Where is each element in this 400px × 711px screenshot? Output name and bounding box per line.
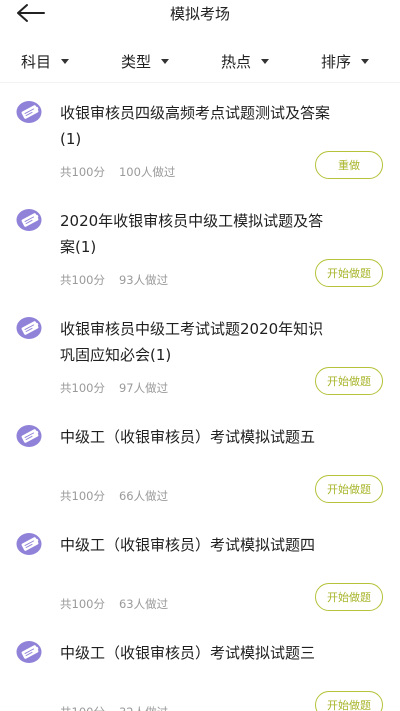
exam-taker-count: 97人做过 — [118, 381, 169, 395]
exam-total-score: 共100分 — [60, 273, 105, 287]
exam-title: 收银审核员四级高频考点试题测试及答案(1) — [60, 104, 331, 148]
exam-taker-count: 100人做过 — [118, 165, 176, 179]
start-exam-button[interactable]: 开始做题 — [315, 259, 383, 287]
exam-total-score: 共100分 — [60, 165, 105, 179]
exam-title: 中级工（收银审核员）考试模拟试题三 — [60, 644, 316, 662]
redo-button[interactable]: 重做 — [315, 151, 383, 179]
mock-exam-screen: 模拟考场 科目 类型 热点 排序 收银审核员四级高频考点试题测试及答案(1) 共… — [0, 0, 400, 711]
filter-subject-label: 科目 — [21, 52, 52, 71]
caret-down-icon — [261, 58, 270, 64]
exam-total-score: 共100分 — [60, 597, 105, 611]
start-exam-button[interactable]: 开始做题 — [315, 583, 383, 611]
exam-total-score: 共100分 — [60, 489, 105, 503]
exam-paper-icon — [16, 317, 42, 339]
exam-taker-count: 93人做过 — [118, 273, 169, 287]
filter-type[interactable]: 类型 — [121, 50, 170, 72]
exam-paper-icon — [16, 209, 42, 231]
exam-meta: 共100分 63人做过 — [60, 596, 168, 612]
start-exam-button[interactable]: 开始做题 — [315, 691, 383, 711]
exam-meta: 共100分 100人做过 — [60, 164, 175, 180]
filter-hot[interactable]: 热点 — [221, 50, 270, 72]
exam-meta: 共100分 32人做过 — [60, 704, 168, 711]
filter-sort[interactable]: 排序 — [321, 50, 370, 72]
exam-title: 中级工（收银审核员）考试模拟试题四 — [60, 536, 316, 554]
exam-title: 中级工（收银审核员）考试模拟试题五 — [60, 428, 316, 446]
exam-meta: 共100分 66人做过 — [60, 488, 168, 504]
filter-sort-label: 排序 — [321, 52, 352, 71]
exam-meta: 共100分 97人做过 — [60, 380, 168, 396]
exam-total-score: 共100分 — [60, 381, 105, 395]
exam-paper-icon — [16, 641, 42, 663]
exam-title: 2020年收银审核员中级工模拟试题及答案(1) — [60, 212, 324, 256]
caret-down-icon — [161, 58, 170, 64]
exam-total-score: 共100分 — [60, 705, 105, 711]
filter-divider — [0, 82, 400, 83]
start-exam-button[interactable]: 开始做题 — [315, 475, 383, 503]
exam-taker-count: 32人做过 — [119, 705, 168, 711]
exam-list-item[interactable]: 中级工（收银审核员）考试模拟试题四 共100分 63人做过 开始做题 — [0, 524, 400, 632]
exam-list-item[interactable]: 中级工（收银审核员）考试模拟试题五 共100分 66人做过 开始做题 — [0, 416, 400, 524]
filter-type-label: 类型 — [121, 52, 152, 71]
exam-taker-count: 63人做过 — [118, 597, 169, 611]
filter-hot-label: 热点 — [221, 52, 252, 71]
caret-down-icon — [61, 58, 70, 64]
page-title: 模拟考场 — [169, 5, 230, 23]
caret-down-icon — [361, 58, 370, 64]
exam-paper-icon — [16, 533, 42, 555]
exam-list-item[interactable]: 中级工（收银审核员）考试模拟试题三 共100分 32人做过 开始做题 — [0, 632, 400, 711]
exam-list-item[interactable]: 收银审核员中级工考试试题2020年知识巩固应知必会(1) 共100分 97人做过 … — [0, 308, 400, 416]
start-exam-button[interactable]: 开始做题 — [315, 367, 383, 395]
header: 模拟考场 — [0, 0, 400, 30]
exam-list-item[interactable]: 收银审核员四级高频考点试题测试及答案(1) 共100分 100人做过 重做 — [0, 92, 400, 200]
exam-paper-icon — [16, 425, 42, 447]
filter-bar: 科目 类型 热点 排序 — [0, 44, 400, 76]
exam-meta: 共100分 93人做过 — [60, 272, 168, 288]
filter-subject[interactable]: 科目 — [21, 50, 70, 72]
exam-list-item[interactable]: 2020年收银审核员中级工模拟试题及答案(1) 共100分 93人做过 开始做题 — [0, 200, 400, 308]
exam-list: 收银审核员四级高频考点试题测试及答案(1) 共100分 100人做过 重做 202… — [0, 92, 400, 711]
exam-paper-icon — [16, 101, 42, 123]
exam-taker-count: 66人做过 — [118, 489, 169, 503]
exam-title: 收银审核员中级工考试试题2020年知识巩固应知必会(1) — [60, 320, 324, 364]
